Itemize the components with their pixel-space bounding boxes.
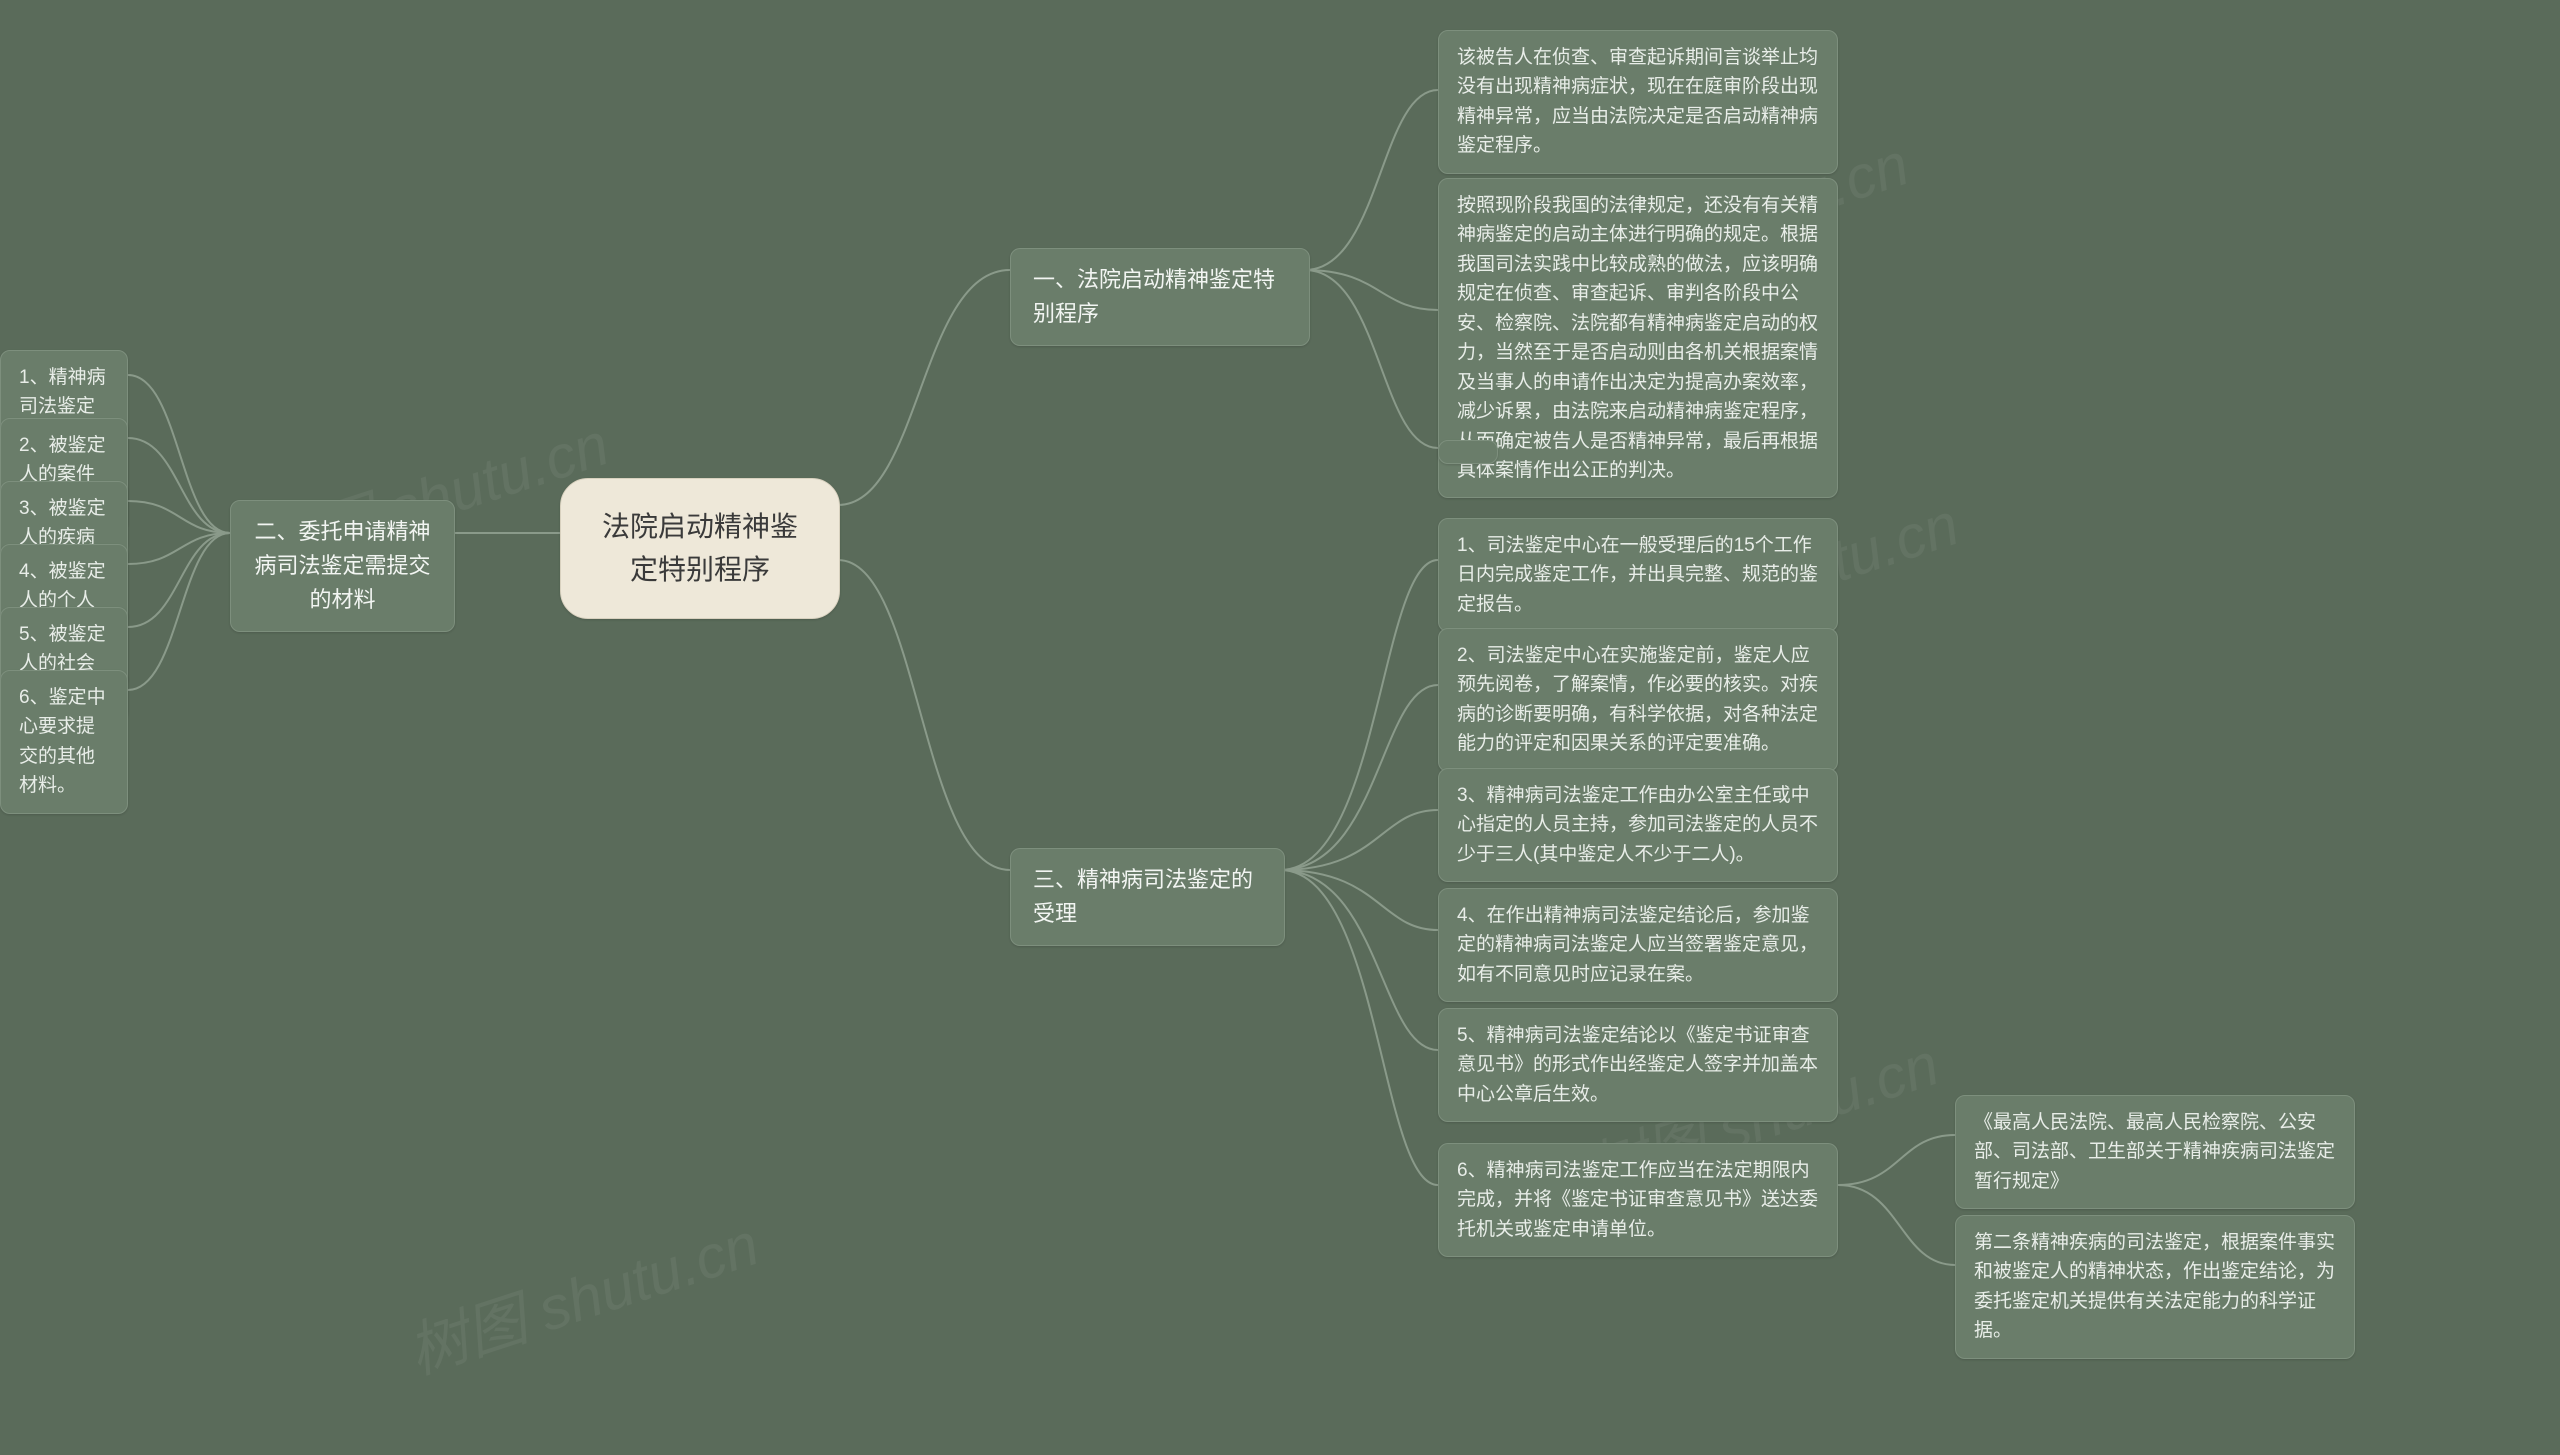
branch-3-child-5-text: 5、精神病司法鉴定结论以《鉴定书证审查意见书》的形式作出经鉴定人签字并加盖本中心… — [1457, 1021, 1819, 1109]
branch-1-child-2[interactable]: 按照现阶段我国的法律规定，还没有有关精神病鉴定的启动主体进行明确的规定。根据我国… — [1438, 178, 1838, 498]
branch-3-child-2-text: 2、司法鉴定中心在实施鉴定前，鉴定人应预先阅卷，了解案情，作必要的核实。对疾病的… — [1457, 641, 1819, 759]
branch-3-child-6-sub-2[interactable]: 第二条精神疾病的司法鉴定，根据案件事实和被鉴定人的精神状态，作出鉴定结论，为委托… — [1955, 1215, 2355, 1359]
branch-2-child-6-text: 6、鉴定中心要求提交的其他材料。 — [19, 683, 109, 801]
branch-3-child-1-text: 1、司法鉴定中心在一般受理后的15个工作日内完成鉴定工作，并出具完整、规范的鉴定… — [1457, 531, 1819, 619]
branch-2[interactable]: 二、委托申请精神病司法鉴定需提交的材料 — [230, 500, 455, 632]
branch-3-child-5[interactable]: 5、精神病司法鉴定结论以《鉴定书证审查意见书》的形式作出经鉴定人签字并加盖本中心… — [1438, 1008, 1838, 1122]
branch-3-child-1[interactable]: 1、司法鉴定中心在一般受理后的15个工作日内完成鉴定工作，并出具完整、规范的鉴定… — [1438, 518, 1838, 632]
branch-3-child-6[interactable]: 6、精神病司法鉴定工作应当在法定期限内完成，并将《鉴定书证审查意见书》送达委托机… — [1438, 1143, 1838, 1257]
branch-1-child-2-text: 按照现阶段我国的法律规定，还没有有关精神病鉴定的启动主体进行明确的规定。根据我国… — [1457, 191, 1819, 485]
branch-3-child-4[interactable]: 4、在作出精神病司法鉴定结论后，参加鉴定的精神病司法鉴定人应当签署鉴定意见，如有… — [1438, 888, 1838, 1002]
branch-3-child-6-sub-2-text: 第二条精神疾病的司法鉴定，根据案件事实和被鉴定人的精神状态，作出鉴定结论，为委托… — [1974, 1228, 2336, 1346]
branch-3-child-3-text: 3、精神病司法鉴定工作由办公室主任或中心指定的人员主持，参加司法鉴定的人员不少于… — [1457, 781, 1819, 869]
root-node[interactable]: 法院启动精神鉴定特别程序 — [560, 478, 840, 619]
branch-1-child-1-text: 该被告人在侦查、审查起诉期间言谈举止均没有出现精神病症状，现在在庭审阶段出现精神… — [1457, 43, 1819, 161]
branch-1[interactable]: 一、法院启动精神鉴定特别程序 — [1010, 248, 1310, 346]
branch-3-child-6-sub-1[interactable]: 《最高人民法院、最高人民检察院、公安部、司法部、卫生部关于精神疾病司法鉴定暂行规… — [1955, 1095, 2355, 1209]
branch-3-child-3[interactable]: 3、精神病司法鉴定工作由办公室主任或中心指定的人员主持，参加司法鉴定的人员不少于… — [1438, 768, 1838, 882]
branch-3-child-6-sub-1-text: 《最高人民法院、最高人民检察院、公安部、司法部、卫生部关于精神疾病司法鉴定暂行规… — [1974, 1108, 2336, 1196]
branch-1-title: 一、法院启动精神鉴定特别程序 — [1033, 263, 1287, 331]
branch-2-child-6[interactable]: 6、鉴定中心要求提交的其他材料。 — [0, 670, 128, 814]
branch-3-child-2[interactable]: 2、司法鉴定中心在实施鉴定前，鉴定人应预先阅卷，了解案情，作必要的核实。对疾病的… — [1438, 628, 1838, 772]
branch-2-title: 二、委托申请精神病司法鉴定需提交的材料 — [253, 515, 432, 617]
root-title: 法院启动精神鉴定特别程序 — [601, 505, 799, 592]
watermark: 树图 shutu.cn — [395, 1196, 768, 1391]
branch-3[interactable]: 三、精神病司法鉴定的受理 — [1010, 848, 1285, 946]
branch-3-child-4-text: 4、在作出精神病司法鉴定结论后，参加鉴定的精神病司法鉴定人应当签署鉴定意见，如有… — [1457, 901, 1819, 989]
branch-1-child-1[interactable]: 该被告人在侦查、审查起诉期间言谈举止均没有出现精神病症状，现在在庭审阶段出现精神… — [1438, 30, 1838, 174]
branch-3-title: 三、精神病司法鉴定的受理 — [1033, 863, 1262, 931]
branch-1-child-3[interactable] — [1438, 440, 1498, 464]
branch-3-child-6-text: 6、精神病司法鉴定工作应当在法定期限内完成，并将《鉴定书证审查意见书》送达委托机… — [1457, 1156, 1819, 1244]
